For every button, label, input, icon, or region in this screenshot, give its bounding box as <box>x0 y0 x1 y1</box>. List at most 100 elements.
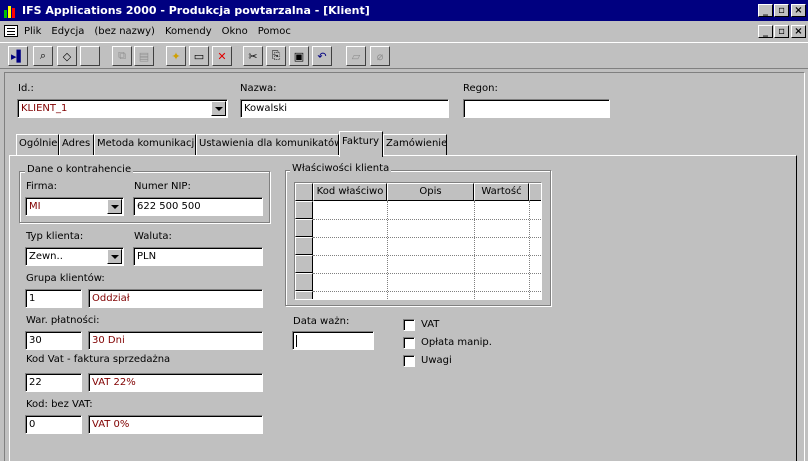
column-header-value[interactable]: Wartość <box>474 183 529 201</box>
column-header-code[interactable]: Kod właściwo <box>313 183 387 201</box>
nip-field[interactable]: 622 500 500 <box>133 197 263 216</box>
handling-fee-checkbox-label: Opłata manip. <box>421 337 492 348</box>
company-combo[interactable]: MI <box>25 197 124 216</box>
restore-icon[interactable]: ▫ <box>774 4 789 17</box>
toolbar: ▸▌ ⌕ ◇ ⧉ ▤ ✦ ▭ ✕ ✂ ⎘ ▣ ↶ ▱ ⌀ <box>0 42 808 69</box>
blank-icon[interactable] <box>80 46 100 66</box>
close-icon[interactable]: × <box>791 4 806 17</box>
payment-terms-desc-field[interactable]: 30 Dni <box>88 331 263 350</box>
chevron-down-icon[interactable] <box>107 199 122 214</box>
tab-metoda-komunikacji[interactable]: Metoda komunikacji <box>94 134 197 155</box>
grid-line <box>313 273 541 274</box>
currency-field[interactable]: PLN <box>133 247 263 266</box>
handling-fee-checkbox[interactable] <box>403 337 415 349</box>
row-header[interactable] <box>295 219 313 237</box>
row-header[interactable] <box>295 237 313 255</box>
regon-field[interactable] <box>463 99 610 118</box>
tab-adres[interactable]: Adres <box>59 134 94 155</box>
menu-bar: Plik Edycja (bez nazwy) Komendy Okno Pom… <box>0 21 808 41</box>
client-type-value: Zewn.. <box>29 251 63 262</box>
company-label: Firma: <box>26 181 57 192</box>
no-vat-code-label: Kod: bez VAT: <box>26 399 93 410</box>
properties-group-title: Właściwości klienta <box>290 163 392 174</box>
column-header-desc[interactable]: Opis <box>387 183 474 201</box>
duplicate-icon[interactable]: ⧉ <box>112 46 132 66</box>
client-group-label: Grupa klientów: <box>26 273 105 284</box>
properties-table[interactable]: Kod właściwo Opis Wartość <box>294 182 542 300</box>
vat-code-desc-field[interactable]: VAT 22% <box>88 373 263 392</box>
tab-ustawienia-komunikatow[interactable]: Ustawienia dla komunikatów <box>196 134 342 155</box>
mdi-close-icon[interactable]: × <box>791 25 806 38</box>
grid-line <box>313 237 541 238</box>
grid-line <box>529 201 530 299</box>
chevron-down-icon[interactable] <box>107 249 122 264</box>
new-icon[interactable]: ✦ <box>166 46 186 66</box>
client-group-desc-field[interactable]: Oddział <box>88 289 263 308</box>
nip-label: Numer NIP: <box>134 181 191 192</box>
menu-okno[interactable]: Okno <box>222 26 248 37</box>
payment-terms-code-field[interactable]: 30 <box>25 331 82 350</box>
valid-date-field[interactable] <box>292 331 374 350</box>
menu-plik[interactable]: Plik <box>24 26 41 37</box>
chevron-down-icon[interactable] <box>211 101 226 116</box>
tab-ogolnie[interactable]: Ogólnie <box>16 134 59 155</box>
grid-corner <box>295 183 313 201</box>
edit-icon[interactable]: ▤ <box>134 46 154 66</box>
mdi-restore-icon[interactable]: ▫ <box>774 25 789 38</box>
menu-bez-nazwy[interactable]: (bez nazwy) <box>94 26 155 37</box>
copy-icon[interactable]: ⎘ <box>266 46 286 66</box>
vat-code-label: Kod Vat - faktura sprzedażna <box>26 354 171 365</box>
id-value: KLIENT_1 <box>21 103 68 114</box>
tab-zamowienie[interactable]: Zamówienie <box>383 134 447 155</box>
app-icon <box>3 4 17 18</box>
id-label: Id.: <box>18 83 34 94</box>
grid-line <box>313 219 541 220</box>
regon-label: Regon: <box>463 83 498 94</box>
company-value: MI <box>29 201 41 212</box>
open-folder-icon[interactable]: ▭ <box>189 46 209 66</box>
grid-line <box>474 201 475 299</box>
document-icon[interactable] <box>4 25 18 37</box>
grid-line <box>313 255 541 256</box>
tab-faktury[interactable]: Faktury <box>339 131 383 157</box>
id-combo[interactable]: KLIENT_1 <box>17 99 228 118</box>
row-header[interactable] <box>295 273 313 291</box>
name-label: Nazwa: <box>240 83 277 94</box>
client-type-label: Typ klienta: <box>26 231 84 242</box>
menu-pomoc[interactable]: Pomoc <box>258 26 291 37</box>
notes-checkbox[interactable] <box>403 355 415 367</box>
paste-icon[interactable]: ▣ <box>289 46 309 66</box>
window-title: IFS Applications 2000 - Produkcja powtar… <box>22 4 370 17</box>
eraser-icon[interactable]: ◇ <box>57 46 77 66</box>
currency-label: Waluta: <box>134 231 172 242</box>
grid-line <box>387 201 388 299</box>
populate-icon[interactable]: ▸▌ <box>8 46 28 66</box>
column-header-filler <box>529 183 541 201</box>
valid-date-label: Data ważn: <box>293 316 350 327</box>
undo-icon[interactable]: ↶ <box>312 46 332 66</box>
menu-komendy[interactable]: Komendy <box>165 26 212 37</box>
note-icon[interactable]: ▱ <box>346 46 366 66</box>
row-header[interactable] <box>295 291 313 299</box>
vat-checkbox[interactable] <box>403 319 415 331</box>
title-bar[interactable]: IFS Applications 2000 - Produkcja powtar… <box>0 0 808 21</box>
name-field[interactable]: Kowalski <box>240 99 449 118</box>
client-type-combo[interactable]: Zewn.. <box>25 247 124 266</box>
cut-icon[interactable]: ✂ <box>243 46 263 66</box>
vat-checkbox-label: VAT <box>421 319 440 330</box>
vat-code-field[interactable]: 22 <box>25 373 82 392</box>
minimize-icon[interactable]: _ <box>758 4 773 17</box>
no-vat-code-field[interactable]: 0 <box>25 415 82 434</box>
row-header[interactable] <box>295 201 313 219</box>
payment-terms-label: War. płatności: <box>26 315 100 326</box>
client-group-code-field[interactable]: 1 <box>25 289 82 308</box>
attachment-icon[interactable]: ⌀ <box>370 46 390 66</box>
search-icon[interactable]: ⌕ <box>33 46 53 66</box>
delete-icon[interactable]: ✕ <box>212 46 232 66</box>
row-header[interactable] <box>295 255 313 273</box>
no-vat-code-desc-field[interactable]: VAT 0% <box>88 415 263 434</box>
mdi-minimize-icon[interactable]: _ <box>758 25 773 38</box>
notes-checkbox-label: Uwagi <box>421 355 452 366</box>
menu-edycja[interactable]: Edycja <box>51 26 84 37</box>
contractor-group-title: Dane o kontrahencie <box>25 164 134 175</box>
